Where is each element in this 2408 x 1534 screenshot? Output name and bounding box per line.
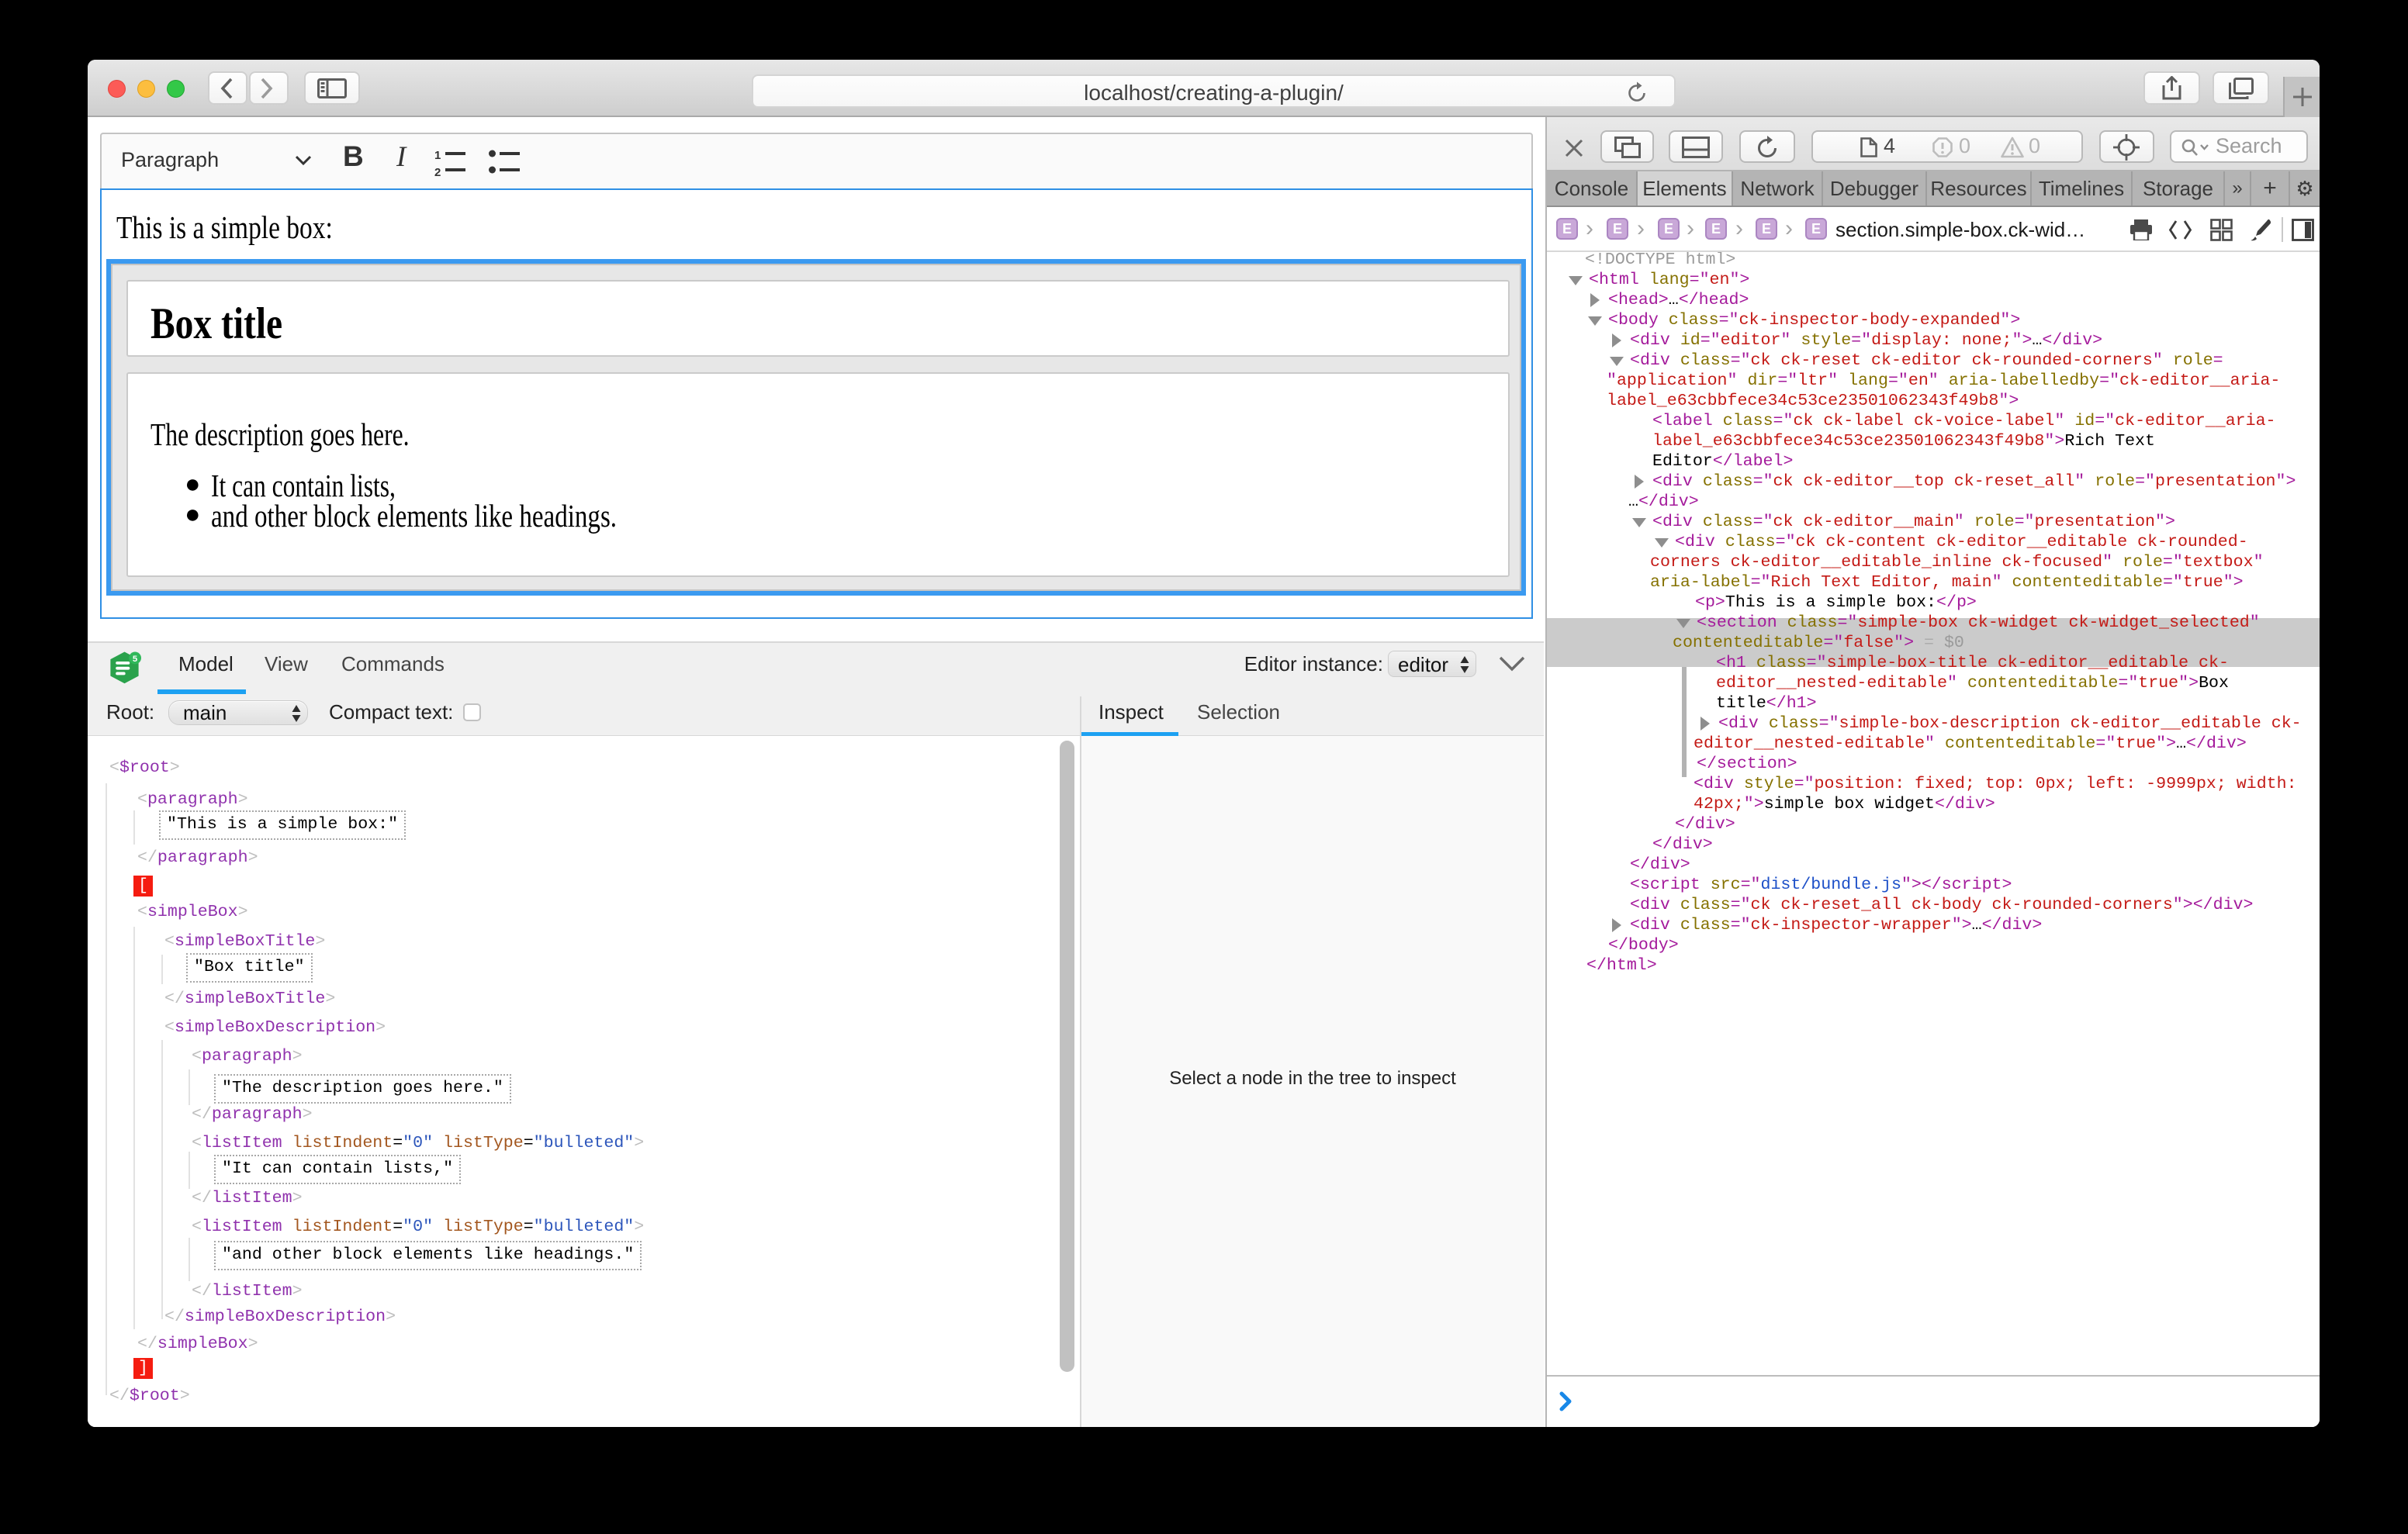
svg-text:1: 1: [434, 149, 441, 162]
svg-text:5: 5: [133, 655, 137, 664]
svg-text:2: 2: [434, 166, 441, 178]
